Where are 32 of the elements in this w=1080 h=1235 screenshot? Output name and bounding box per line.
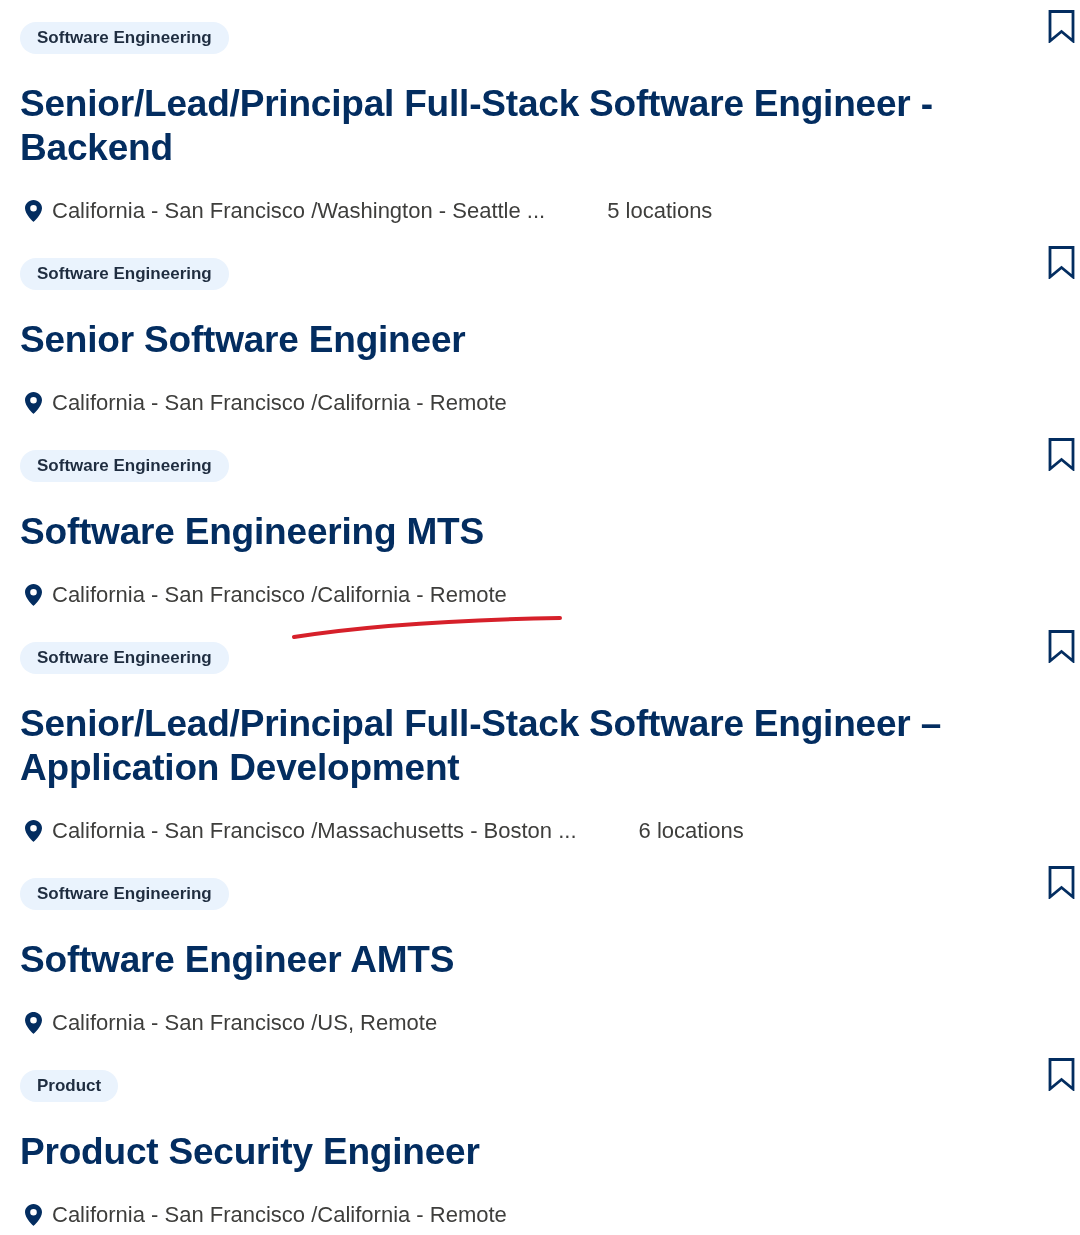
bookmark-button[interactable] xyxy=(1048,246,1075,279)
category-tag: Software Engineering xyxy=(20,642,229,674)
job-title-link[interactable]: Senior/Lead/Principal Full-Stack Software Engineer – Application Development xyxy=(20,702,1010,790)
category-tag: Software Engineering xyxy=(20,258,229,290)
bookmark-button[interactable] xyxy=(1048,630,1075,663)
category-tag: Software Engineering xyxy=(20,450,229,482)
job-title-link[interactable]: Software Engineering MTS xyxy=(20,510,484,554)
map-pin-icon xyxy=(25,1012,42,1034)
map-pin-icon xyxy=(25,1204,42,1226)
location-text: California - San Francisco /California - Remote xyxy=(52,1201,507,1229)
category-tag: Software Engineering xyxy=(20,22,229,54)
location-text: California - San Francisco /California - Remote xyxy=(52,581,507,609)
bookmark-button[interactable] xyxy=(1048,438,1075,471)
location-text: California - San Francisco /Washington - Seattle ... xyxy=(52,197,546,225)
job-title-link[interactable]: Senior Software Engineer xyxy=(20,318,466,362)
map-pin-icon xyxy=(25,200,42,222)
job-title-link[interactable]: Senior/Lead/Principal Full-Stack Software Engineer - Backend xyxy=(20,82,1010,170)
job-title-link[interactable]: Software Engineer AMTS xyxy=(20,938,455,982)
bookmark-button[interactable] xyxy=(1048,866,1075,899)
location-text: California - San Francisco /Massachusetts - Boston ... xyxy=(52,817,577,845)
map-pin-icon xyxy=(25,392,42,414)
bookmark-button[interactable] xyxy=(1048,1058,1075,1091)
location-text: California - San Francisco /California - Remote xyxy=(52,389,507,417)
locations-count: 5 locations xyxy=(607,197,713,225)
bookmark-button[interactable] xyxy=(1048,10,1075,43)
category-tag: Product xyxy=(20,1070,119,1102)
job-title-link[interactable]: Product Security Engineer xyxy=(20,1130,480,1174)
category-tag: Software Engineering xyxy=(20,878,229,910)
map-pin-icon xyxy=(25,820,42,842)
map-pin-icon xyxy=(25,584,42,606)
locations-count: 6 locations xyxy=(638,817,744,845)
location-text: California - San Francisco /US, Remote xyxy=(52,1009,438,1037)
